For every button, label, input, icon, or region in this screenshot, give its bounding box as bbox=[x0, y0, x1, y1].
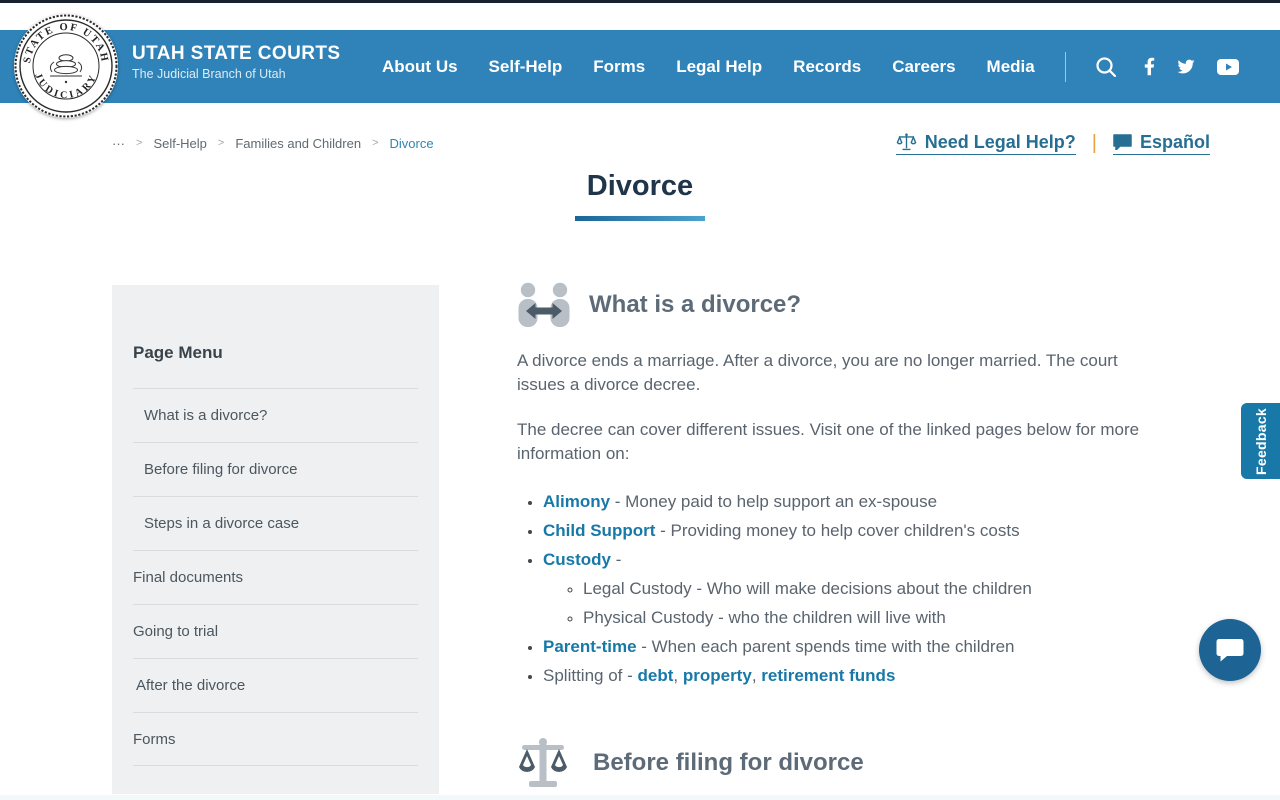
utility-divider: | bbox=[1092, 132, 1097, 155]
list-item: Custody - Legal Custody - Who will make d… bbox=[543, 545, 1150, 632]
nav-item-records[interactable]: Records bbox=[793, 57, 861, 77]
list-text: , bbox=[673, 666, 682, 685]
main-nav: About Us Self-Help Forms Legal Help Records C… bbox=[382, 57, 1035, 77]
section-what-is-divorce: What is a divorce? bbox=[517, 282, 1150, 328]
inline-link[interactable]: Parent-time bbox=[543, 637, 637, 656]
breadcrumb-item[interactable]: Self-Help bbox=[153, 136, 206, 151]
twitter-icon[interactable] bbox=[1176, 58, 1196, 75]
list-text: - bbox=[611, 550, 621, 569]
feedback-tab[interactable]: Feedback bbox=[1241, 403, 1280, 479]
custody-sublist: Legal Custody - Who will make decisions … bbox=[543, 574, 1150, 632]
feedback-label: Feedback bbox=[1253, 408, 1269, 475]
scales-icon bbox=[517, 737, 569, 789]
nav-divider bbox=[1065, 52, 1066, 82]
sidebar-item-what-is-a-divorce[interactable]: What is a divorce? bbox=[133, 388, 418, 442]
sidebar-item-before-filing-for-divorce[interactable]: Before filing for divorce bbox=[133, 442, 418, 496]
utah-courts-page: About Us Self-Help Forms Legal Help Records C… bbox=[0, 0, 1280, 800]
chevron-right-icon: > bbox=[136, 137, 142, 149]
list-text: Splitting of - bbox=[543, 666, 638, 685]
sidebar-item-going-to-trial[interactable]: Going to trial bbox=[133, 604, 418, 658]
sidebar-item-after-the-divorce[interactable]: After the divorce bbox=[133, 658, 418, 712]
inline-link[interactable]: Custody bbox=[543, 550, 611, 569]
chat-launcher-button[interactable] bbox=[1199, 619, 1261, 681]
nav-item-forms[interactable]: Forms bbox=[593, 57, 645, 77]
list-text: - Money paid to help support an ex-spous… bbox=[610, 492, 937, 511]
breadcrumb-current[interactable]: Divorce bbox=[390, 136, 434, 151]
inline-link[interactable]: Child Support bbox=[543, 521, 655, 540]
list-text: - Providing money to help cover children… bbox=[655, 521, 1019, 540]
page-menu-heading: Page Menu bbox=[133, 343, 418, 363]
list-item: Physical Custody - who the children will… bbox=[583, 603, 1150, 632]
utah-judiciary-seal[interactable]: STATE OF UTAH JUDICIARY bbox=[14, 14, 118, 118]
list-text: , bbox=[752, 666, 761, 685]
inline-link[interactable]: property bbox=[683, 666, 752, 685]
bottom-strip bbox=[0, 795, 1280, 800]
chevron-right-icon: > bbox=[218, 137, 224, 149]
brand-lockup[interactable]: UTAH STATE COURTS The Judicial Branch of… bbox=[132, 43, 340, 81]
chat-bubble-icon bbox=[1216, 638, 1244, 662]
espanol-label: Español bbox=[1140, 132, 1210, 153]
main-content: What is a divorce? A divorce ends a marr… bbox=[517, 282, 1150, 800]
need-legal-help-label: Need Legal Help? bbox=[925, 132, 1076, 153]
speech-bubble-icon bbox=[1113, 134, 1132, 150]
espanol-link[interactable]: Español bbox=[1113, 132, 1210, 155]
utility-links: Need Legal Help? | Español bbox=[896, 132, 1210, 155]
list-text: - When each parent spends time with the … bbox=[637, 637, 1015, 656]
nav-item-careers[interactable]: Careers bbox=[892, 57, 955, 77]
list-item: Alimony - Money paid to help support an … bbox=[543, 487, 1150, 516]
section-before-filing: Before filing for divorce bbox=[517, 737, 1150, 789]
inline-link[interactable]: debt bbox=[638, 666, 674, 685]
divorce-topics-list: Alimony - Money paid to help support an … bbox=[517, 487, 1150, 690]
nav-item-about-us[interactable]: About Us bbox=[382, 57, 458, 77]
window-top-border bbox=[0, 0, 1280, 3]
list-item: Splitting of - debt, property, retiremen… bbox=[543, 661, 1150, 690]
brand-title: UTAH STATE COURTS bbox=[132, 43, 340, 65]
title-underline bbox=[575, 216, 705, 221]
list-item: Child Support - Providing money to help … bbox=[543, 516, 1150, 545]
paragraph: The decree can cover different issues. V… bbox=[517, 418, 1150, 466]
section2-heading: Before filing for divorce bbox=[593, 749, 864, 777]
nav-item-media[interactable]: Media bbox=[987, 57, 1035, 77]
sidebar-item-steps-in-a-divorce-case[interactable]: Steps in a divorce case bbox=[133, 496, 418, 550]
breadcrumb: ··· > Self-Help > Families and Children > Divo… bbox=[112, 136, 434, 151]
nav-item-legal-help[interactable]: Legal Help bbox=[676, 57, 762, 77]
paragraph: A divorce ends a marriage. After a divor… bbox=[517, 349, 1150, 397]
list-item: Legal Custody - Who will make decisions … bbox=[583, 574, 1150, 603]
brand-subtitle: The Judicial Branch of Utah bbox=[132, 67, 340, 81]
inline-link[interactable]: Alimony bbox=[543, 492, 610, 511]
list-item: Parent-time - When each parent spends ti… bbox=[543, 632, 1150, 661]
divorce-people-icon bbox=[517, 282, 571, 328]
page-menu-sidebar: Page Menu What is a divorce?Before filin… bbox=[112, 285, 439, 794]
chevron-right-icon: > bbox=[372, 137, 378, 149]
search-icon[interactable] bbox=[1094, 55, 1118, 79]
social-links bbox=[1144, 57, 1239, 76]
sidebar-item-final-documents[interactable]: Final documents bbox=[133, 550, 418, 604]
scales-small-icon bbox=[896, 133, 917, 152]
breadcrumb-item[interactable]: Families and Children bbox=[235, 136, 361, 151]
inline-link[interactable]: retirement funds bbox=[761, 666, 895, 685]
list-text: Physical Custody - who the children will… bbox=[583, 608, 946, 627]
list-text: Legal Custody - Who will make decisions … bbox=[583, 579, 1032, 598]
sidebar-item-forms[interactable]: Forms bbox=[133, 712, 418, 766]
facebook-icon[interactable] bbox=[1144, 57, 1155, 76]
section1-heading: What is a divorce? bbox=[589, 291, 801, 319]
page-title: Divorce bbox=[0, 170, 1280, 203]
youtube-icon[interactable] bbox=[1217, 59, 1239, 75]
breadcrumb-ellipsis[interactable]: ··· bbox=[112, 136, 125, 151]
need-legal-help-link[interactable]: Need Legal Help? bbox=[896, 132, 1076, 155]
nav-item-self-help[interactable]: Self-Help bbox=[489, 57, 563, 77]
page-menu-list: What is a divorce?Before filing for divo… bbox=[133, 388, 418, 766]
